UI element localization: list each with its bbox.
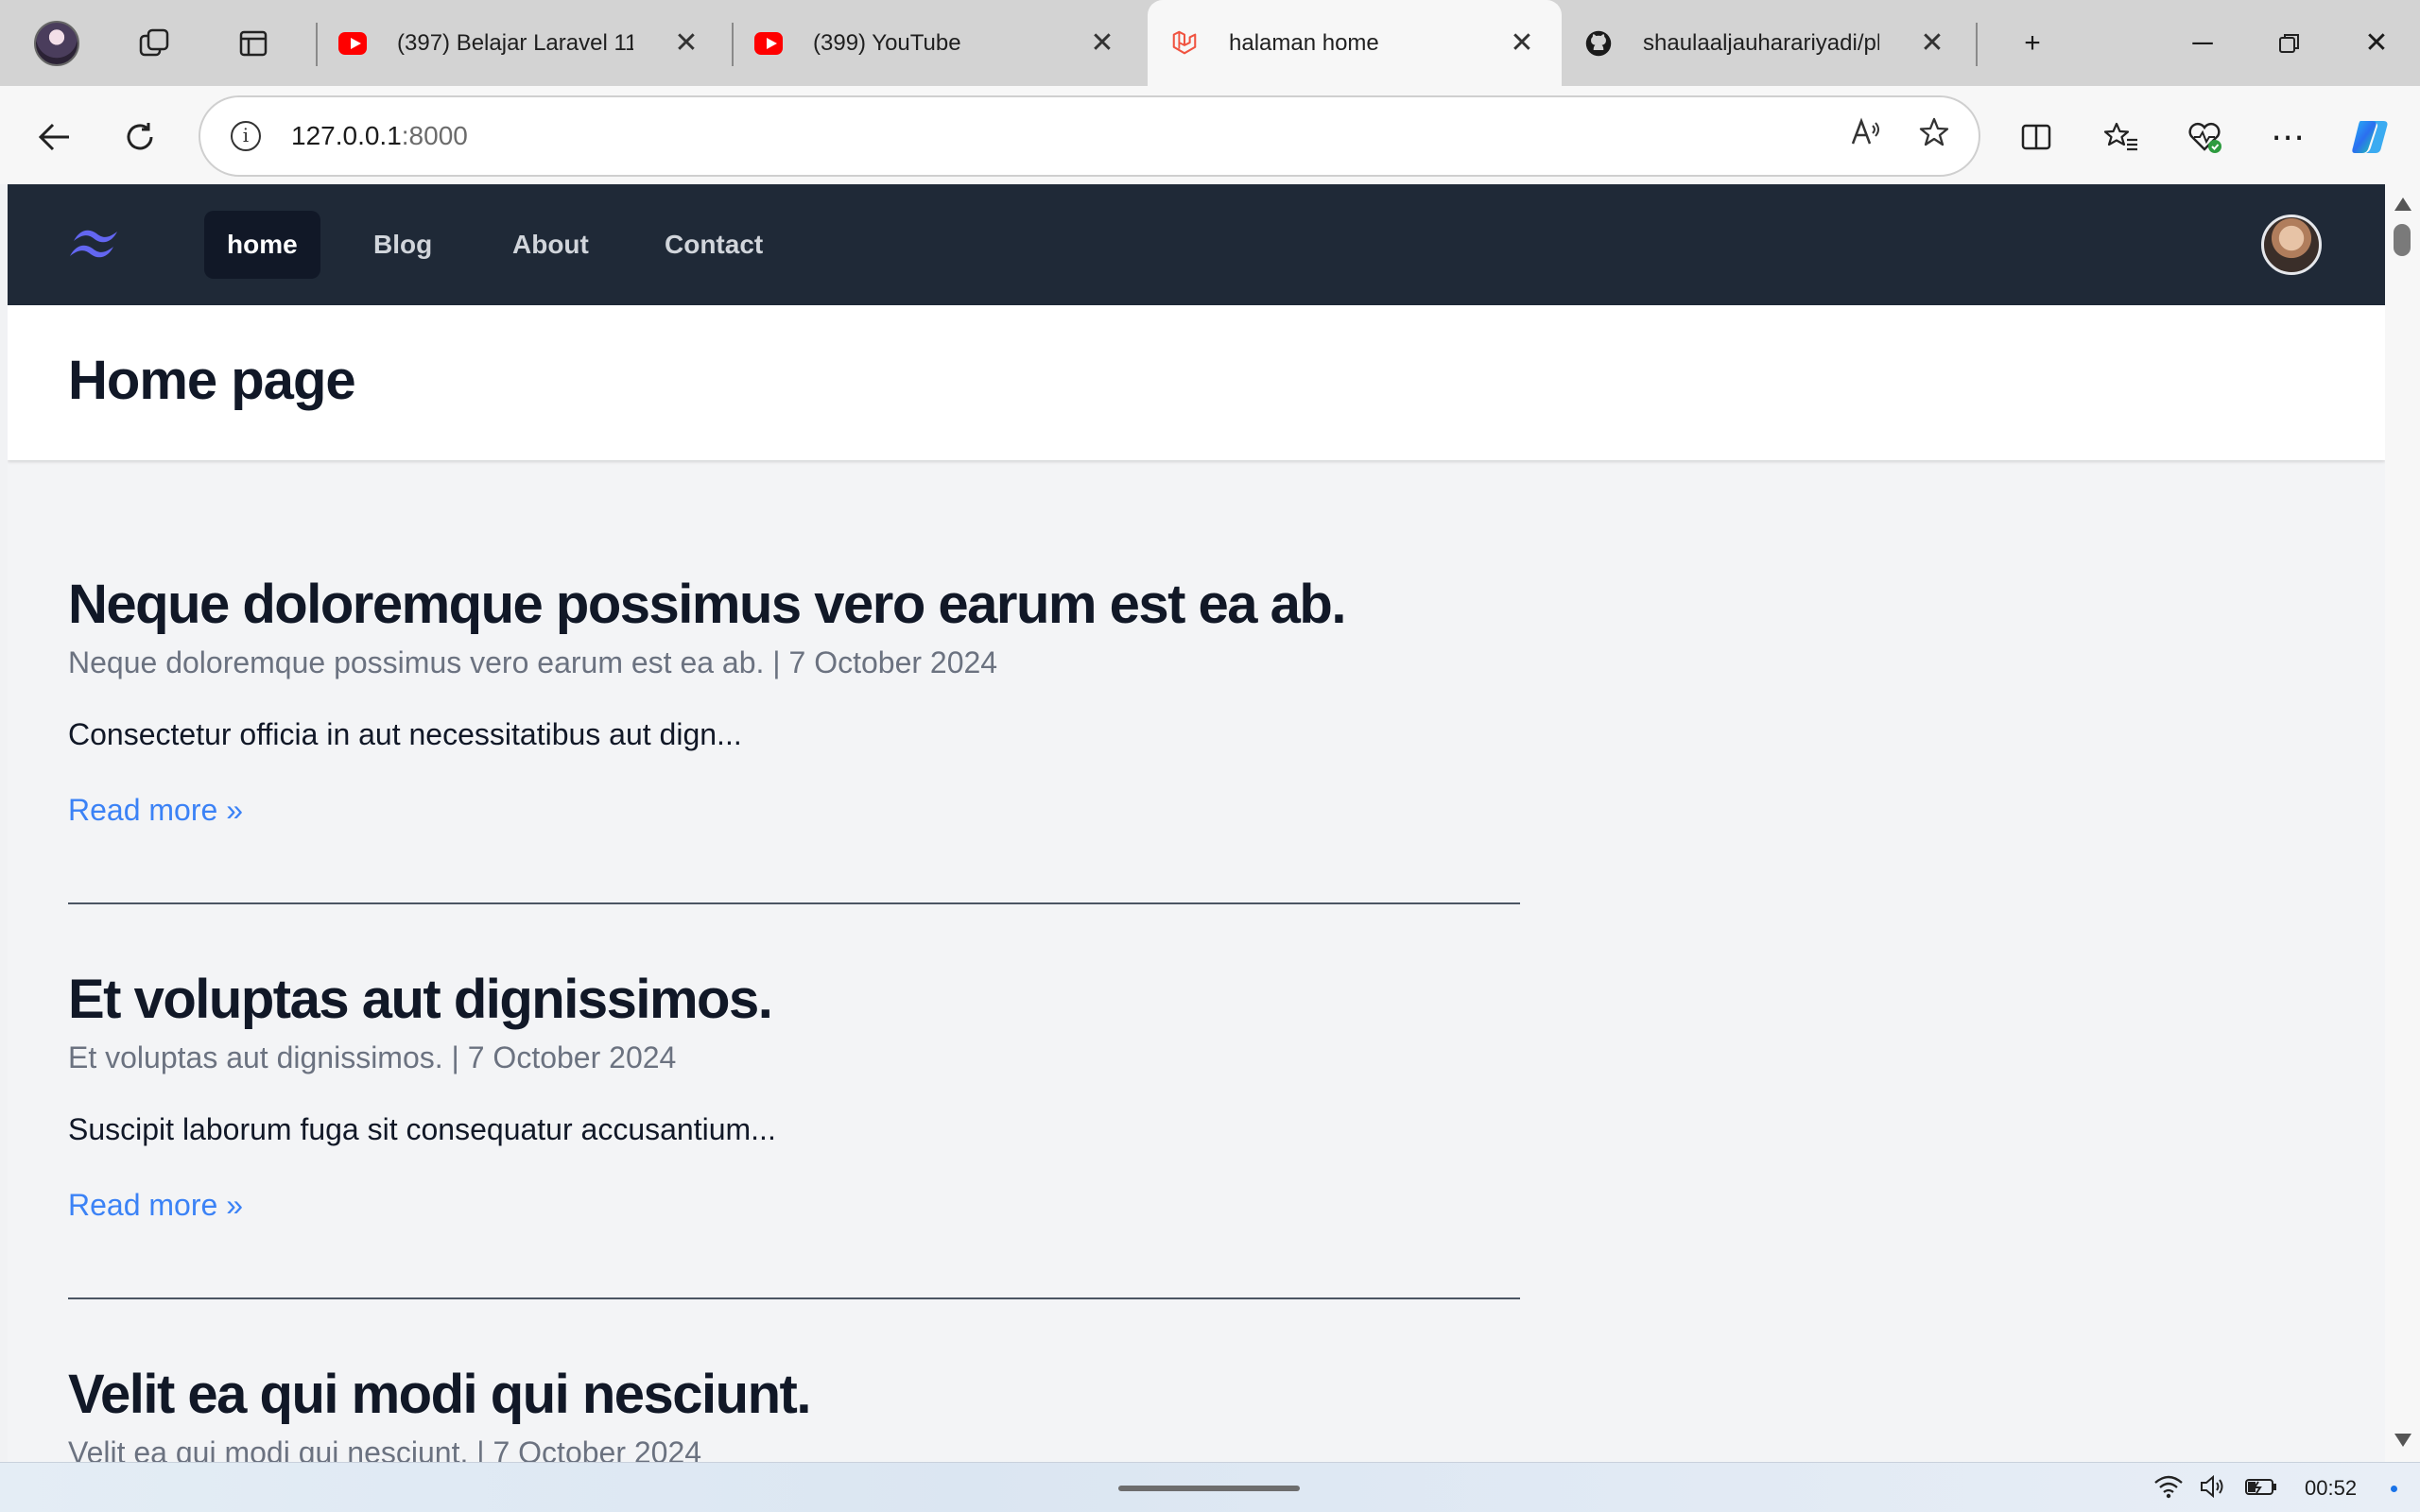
close-tab-icon[interactable]: ✕ bbox=[1505, 26, 1539, 60]
laravel-icon bbox=[1170, 29, 1199, 58]
post-article: Et voluptas aut dignissimos. Et voluptas… bbox=[68, 967, 1520, 1224]
post-divider bbox=[68, 902, 1520, 904]
taskbar-handle[interactable] bbox=[1118, 1486, 1300, 1491]
nav-blog[interactable]: Blog bbox=[351, 211, 455, 279]
split-screen-icon[interactable] bbox=[2010, 111, 2063, 163]
refresh-icon[interactable] bbox=[113, 111, 166, 163]
post-article: Neque doloremque possimus vero earum est… bbox=[68, 572, 1520, 829]
page-viewport: home Blog About Contact Home page Neque … bbox=[8, 184, 2385, 1462]
youtube-icon bbox=[338, 29, 367, 58]
notification-dot[interactable] bbox=[2391, 1486, 2397, 1492]
favorites-icon[interactable] bbox=[2095, 111, 2148, 163]
post-article: Velit ea qui modi qui nesciunt. Velit ea… bbox=[68, 1362, 1520, 1462]
tailwind-logo-icon[interactable] bbox=[66, 220, 129, 267]
github-icon bbox=[1584, 29, 1613, 58]
page-title: Home page bbox=[68, 350, 356, 411]
system-clock[interactable]: 00:52 bbox=[2305, 1476, 2357, 1501]
site-navbar: home Blog About Contact bbox=[8, 184, 2385, 305]
profile-avatar-icon[interactable] bbox=[32, 19, 81, 68]
tab-actions-icon[interactable] bbox=[229, 19, 278, 68]
post-divider bbox=[68, 1297, 1520, 1299]
tab-github[interactable]: shaulaaljauharariyadi/pl ✕ bbox=[1584, 0, 1972, 86]
copilot-icon[interactable] bbox=[2344, 111, 2397, 163]
favorite-star-icon[interactable] bbox=[1913, 116, 1955, 158]
close-tab-icon[interactable]: ✕ bbox=[1915, 26, 1949, 60]
tab-title: (399) YouTube bbox=[813, 29, 961, 56]
youtube-icon bbox=[754, 29, 783, 58]
page-scrollbar[interactable] bbox=[2385, 184, 2420, 1462]
volume-icon[interactable] bbox=[2199, 1474, 2227, 1505]
restore-window-icon[interactable] bbox=[2263, 19, 2316, 68]
tab-title: shaulaaljauharariyadi/pl bbox=[1643, 29, 1879, 56]
url-text: 127.0.0.1:8000 bbox=[291, 121, 468, 150]
browser-essentials-icon[interactable] bbox=[2178, 111, 2231, 163]
read-aloud-icon[interactable] bbox=[1845, 116, 1887, 158]
post-meta: Neque doloremque possimus vero earum est… bbox=[68, 645, 998, 679]
more-options-icon[interactable]: ⋯ bbox=[2261, 111, 2314, 163]
post-excerpt: Suscipit laborum fuga sit consequatur ac… bbox=[68, 1112, 776, 1146]
scroll-down-icon[interactable] bbox=[2394, 1434, 2411, 1447]
read-more-link[interactable]: Read more » bbox=[68, 1186, 243, 1224]
nav-home[interactable]: home bbox=[204, 211, 320, 279]
post-title[interactable]: Et voluptas aut dignissimos. bbox=[68, 967, 1520, 1033]
tab-laravel-tutorial[interactable]: (397) Belajar Laravel 11 | ✕ bbox=[338, 0, 726, 86]
scroll-thumb[interactable] bbox=[2394, 224, 2411, 256]
post-excerpt: Consectetur officia in aut necessitatibu… bbox=[68, 717, 742, 751]
site-info-icon[interactable]: i bbox=[231, 121, 261, 151]
tab-title: halaman home bbox=[1229, 29, 1379, 56]
minimize-window-icon[interactable]: ─ bbox=[2176, 19, 2229, 68]
back-arrow-icon[interactable] bbox=[28, 111, 81, 163]
tab-halaman-home[interactable]: halaman home ✕ bbox=[1148, 0, 1562, 86]
browser-toolbar: i 127.0.0.1:8000 ⋯ bbox=[0, 86, 2420, 184]
address-bar[interactable]: i 127.0.0.1:8000 bbox=[199, 95, 1980, 177]
nav-contact[interactable]: Contact bbox=[642, 211, 786, 279]
tab-youtube[interactable]: (399) YouTube ✕ bbox=[754, 0, 1142, 86]
post-meta: Et voluptas aut dignissimos. | 7 October… bbox=[68, 1040, 677, 1074]
os-taskbar: 00:52 bbox=[0, 1462, 2420, 1512]
read-more-link[interactable]: Read more » bbox=[68, 791, 243, 829]
close-window-icon[interactable]: ✕ bbox=[2350, 19, 2403, 68]
battery-icon[interactable] bbox=[2244, 1474, 2278, 1505]
tab-title: (397) Belajar Laravel 11 | bbox=[397, 29, 633, 56]
user-avatar[interactable] bbox=[2261, 215, 2322, 275]
close-tab-icon[interactable]: ✕ bbox=[1085, 26, 1119, 60]
tab-strip: (397) Belajar Laravel 11 | ✕ (399) YouTu… bbox=[0, 0, 2420, 86]
new-tab-button[interactable]: + bbox=[2006, 19, 2059, 68]
scroll-up-icon[interactable] bbox=[2394, 198, 2411, 211]
post-title[interactable]: Neque doloremque possimus vero earum est… bbox=[68, 572, 1520, 638]
post-title[interactable]: Velit ea qui modi qui nesciunt. bbox=[68, 1362, 1520, 1428]
wifi-icon[interactable] bbox=[2153, 1474, 2184, 1505]
nav-about[interactable]: About bbox=[490, 211, 612, 279]
workspaces-icon[interactable] bbox=[130, 19, 179, 68]
post-meta: Velit ea qui modi qui nesciunt. | 7 Octo… bbox=[68, 1435, 702, 1462]
page-header: Home page bbox=[8, 305, 2385, 460]
close-tab-icon[interactable]: ✕ bbox=[669, 26, 703, 60]
